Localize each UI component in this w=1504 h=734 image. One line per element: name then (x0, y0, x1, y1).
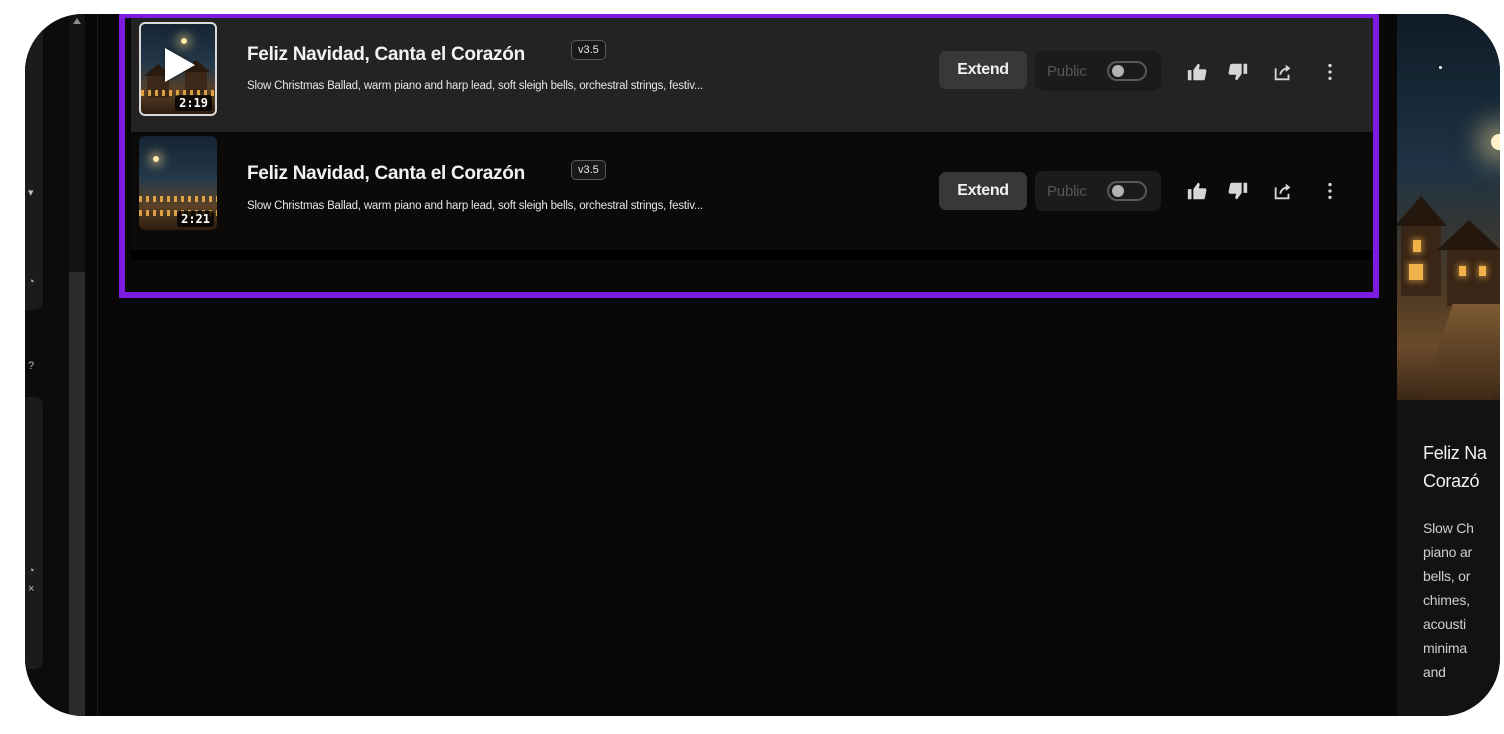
share-icon[interactable] (1272, 61, 1294, 83)
house (1447, 250, 1500, 306)
star (1439, 66, 1442, 69)
scroll-up-arrow-icon[interactable] (73, 18, 81, 24)
toggle-switch[interactable] (1107, 181, 1147, 201)
details-description: Slow Ch piano ar bells, or chimes, acous… (1423, 516, 1474, 684)
duration-label: 2:21 (177, 211, 214, 227)
clock-icon: ◔ (28, 565, 35, 577)
window (1409, 264, 1423, 280)
thumbs-up-icon[interactable] (1186, 180, 1208, 202)
thumbs-up-icon[interactable] (1186, 61, 1208, 83)
window (1479, 266, 1486, 276)
version-badge: v3.5 (571, 40, 606, 60)
details-description-line: chimes, (1423, 592, 1470, 608)
cover-art-image (1397, 14, 1500, 400)
share-icon[interactable] (1272, 180, 1294, 202)
details-description-line: bells, or (1423, 568, 1471, 584)
roof (1437, 220, 1500, 250)
star-glow (153, 156, 159, 162)
scrollbar-thumb[interactable] (69, 272, 85, 716)
details-description-line: minima (1423, 640, 1467, 656)
song-thumbnail[interactable]: 2:21 (139, 136, 217, 230)
star-glow (181, 38, 187, 44)
moon (1491, 134, 1500, 150)
details-title-line: Corazó (1423, 471, 1480, 491)
song-thumbnail[interactable]: 2:19 (139, 22, 217, 116)
chevron-down-icon[interactable]: ▾ (28, 186, 34, 199)
window (1459, 266, 1466, 276)
close-icon[interactable]: × (28, 583, 34, 595)
thumbs-down-icon[interactable] (1227, 61, 1249, 83)
town-lights (139, 196, 217, 202)
house (1401, 226, 1441, 296)
details-title-line: Feliz Na (1423, 443, 1487, 463)
more-vertical-icon[interactable] (1319, 61, 1341, 83)
duration-label: 2:19 (175, 95, 212, 111)
panel-gutter (1382, 14, 1397, 716)
left-card-top: ▾ ◔ (25, 14, 43, 310)
details-description-line: Slow Ch (1423, 520, 1474, 536)
song-description: Slow Christmas Ballad, warm piano and ha… (247, 200, 703, 212)
version-badge: v3.5 (571, 160, 606, 180)
toggle-knob (1112, 65, 1124, 77)
song-title[interactable]: Feliz Navidad, Canta el Corazón (247, 163, 525, 185)
details-description-line: and (1423, 664, 1446, 680)
thumbs-down-icon[interactable] (1227, 180, 1249, 202)
song-description: Slow Christmas Ballad, warm piano and ha… (247, 80, 703, 92)
app-frame: ▾ ◔ ? ◔ × 2:19 Feliz Navidad, Canta el C… (25, 14, 1500, 716)
song-row[interactable]: 2:21 Feliz Navidad, Canta el Corazón v3.… (131, 132, 1374, 250)
song-list: 2:19 Feliz Navidad, Canta el Corazón v3.… (131, 14, 1374, 260)
public-label: Public (1047, 182, 1087, 200)
song-row[interactable]: 2:19 Feliz Navidad, Canta el Corazón v3.… (131, 14, 1374, 132)
toggle-knob (1112, 185, 1124, 197)
window (1413, 240, 1421, 252)
song-details-panel: Feliz Na Corazó Slow Ch piano ar bells, … (1397, 14, 1500, 716)
song-title[interactable]: Feliz Navidad, Canta el Corazón (247, 44, 525, 66)
help-icon[interactable]: ? (28, 360, 34, 372)
extend-button[interactable]: Extend (939, 51, 1027, 89)
public-toggle[interactable]: Public (1035, 171, 1161, 211)
road (1421, 304, 1500, 400)
details-description-line: piano ar (1423, 544, 1472, 560)
clock-icon: ◔ (28, 276, 35, 288)
public-toggle[interactable]: Public (1035, 51, 1161, 91)
left-sidebar: ▾ ◔ ? ◔ × (25, 14, 69, 716)
play-icon[interactable] (165, 48, 195, 82)
public-label: Public (1047, 62, 1087, 80)
toggle-switch[interactable] (1107, 61, 1147, 81)
details-title: Feliz Na Corazó (1423, 439, 1487, 495)
details-description-line: acousti (1423, 616, 1466, 632)
more-vertical-icon[interactable] (1319, 180, 1341, 202)
divider (97, 14, 98, 716)
left-card-bottom: ◔ × (25, 397, 43, 669)
extend-button[interactable]: Extend (939, 172, 1027, 210)
